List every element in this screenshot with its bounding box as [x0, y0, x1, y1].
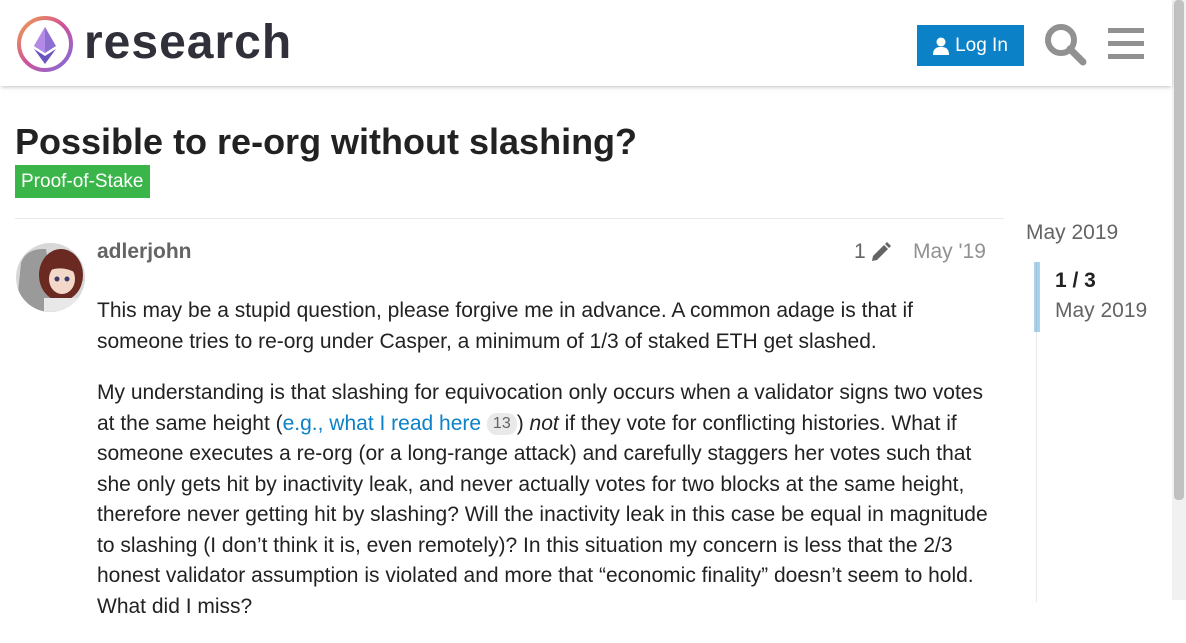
- post-paragraph-2: My understanding is that slashing for eq…: [97, 381, 988, 618]
- scrollbar-thumb[interactable]: [1174, 0, 1184, 500]
- user-icon: [933, 37, 950, 55]
- timeline-position: 1 / 3: [1055, 269, 1096, 292]
- timeline-current-date: May 2019: [1055, 299, 1148, 322]
- timeline-handle[interactable]: [1034, 262, 1040, 332]
- post-link[interactable]: e.g., what I read here: [283, 412, 481, 435]
- brand-name[interactable]: research: [84, 14, 292, 72]
- page-scrollbar[interactable]: [1172, 0, 1186, 600]
- site-header: research Log In: [0, 0, 1172, 86]
- research-logo-icon[interactable]: [16, 15, 74, 73]
- post-date[interactable]: May '19: [913, 240, 986, 264]
- edit-count: 1: [854, 240, 866, 263]
- pencil-icon: [871, 242, 891, 261]
- topic-title[interactable]: Possible to re-org without slashing?: [15, 118, 637, 166]
- post-author[interactable]: adlerjohn: [97, 240, 192, 264]
- category-badge[interactable]: Proof-of-Stake: [15, 165, 150, 198]
- post-paragraph-1: This may be a stupid question, please fo…: [97, 299, 913, 353]
- edit-history-button[interactable]: 1: [854, 240, 892, 264]
- title-divider: [15, 218, 1004, 219]
- search-icon[interactable]: [1043, 22, 1087, 66]
- login-button-label: Log In: [955, 34, 1008, 56]
- timeline-start-date[interactable]: May 2019: [1026, 221, 1118, 245]
- link-click-count: 13: [486, 412, 517, 435]
- hamburger-menu-icon[interactable]: [1104, 22, 1148, 66]
- avatar[interactable]: [16, 243, 85, 312]
- user-avatar-icon: [16, 243, 85, 312]
- login-button[interactable]: Log In: [917, 25, 1024, 66]
- post-body: This may be a stupid question, please fo…: [97, 296, 997, 643]
